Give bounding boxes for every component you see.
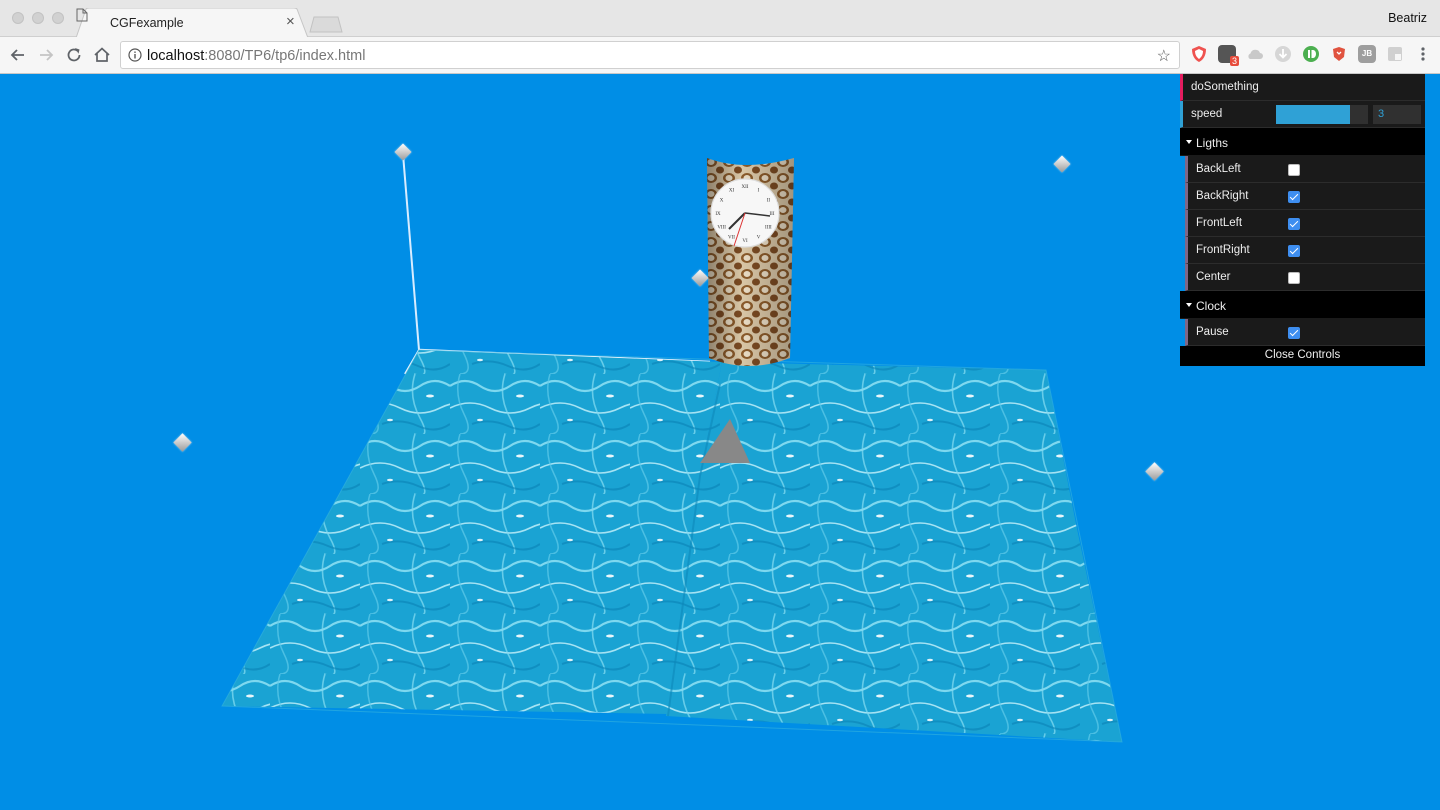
axis-lines [402, 153, 711, 375]
page-document-icon [76, 8, 88, 22]
folder-lights-title[interactable]: Ligths [1180, 128, 1425, 156]
browser-title-bar: CGFexample × Beatriz [0, 0, 1440, 38]
url-text[interactable]: localhost:8080/TP6/tp6/index.html [147, 48, 365, 64]
clock-toggle-pause: Pause [1185, 319, 1425, 346]
speed-label: speed [1191, 108, 1223, 120]
profile-name[interactable]: Beatriz [1388, 11, 1427, 25]
checkbox-backright[interactable] [1288, 191, 1300, 203]
clock-numeral: XII [742, 185, 749, 190]
speed-slider-fill [1276, 105, 1350, 124]
checkbox-frontright[interactable] [1288, 245, 1300, 257]
do-something-button[interactable]: doSomething [1180, 74, 1425, 101]
extension-chat-icon[interactable]: 3 [1218, 45, 1239, 66]
bookmark-star-icon[interactable]: ☆ [1157, 46, 1171, 66]
light-toggle-backright: BackRight [1185, 183, 1425, 210]
home-icon[interactable] [92, 45, 112, 65]
folder-clock-label: Clock [1196, 299, 1227, 313]
clock-numeral: IIII [765, 226, 772, 231]
folder-expanded-icon [1186, 303, 1192, 307]
tab-title: CGFexample [110, 16, 184, 30]
checkbox-pause[interactable] [1288, 327, 1300, 339]
checkbox-center[interactable] [1288, 272, 1300, 284]
speed-control: speed 3 [1180, 101, 1425, 128]
folder-expanded-icon [1186, 140, 1192, 144]
window-close-button[interactable] [12, 12, 24, 24]
info-icon[interactable] [128, 48, 142, 62]
address-bar[interactable]: localhost:8080/TP6/tp6/index.html ☆ [120, 41, 1180, 69]
light-toggle-backleft: BackLeft [1185, 156, 1425, 183]
toggle-label: FrontRight [1196, 244, 1250, 256]
folder-lights-label: Ligths [1196, 136, 1229, 150]
toggle-label: BackLeft [1196, 163, 1241, 175]
tab-close-icon[interactable]: × [286, 13, 295, 30]
extension-cloud-icon[interactable] [1246, 45, 1264, 63]
light-toggle-frontright: FrontRight [1185, 237, 1425, 264]
toggle-label: Pause [1196, 326, 1229, 338]
clock-numeral: VIII [717, 226, 726, 231]
clock-numeral: VII [728, 235, 735, 240]
speed-input[interactable]: 3 [1373, 105, 1421, 124]
clock-tower: XIIIIIIIIIIIIVVIVIIVIIIIXXXI [707, 158, 794, 366]
reload-icon[interactable] [64, 45, 84, 65]
browser-menu-icon[interactable] [1414, 45, 1432, 63]
extension-brave-icon[interactable] [1330, 45, 1348, 63]
toggle-label: Center [1196, 271, 1231, 283]
new-tab-button[interactable] [308, 16, 344, 33]
browser-tab-active[interactable]: CGFexample × [76, 8, 309, 38]
clock-numeral: X [720, 199, 724, 204]
browser-toolbar: localhost:8080/TP6/tp6/index.html ☆ 3 JB [0, 37, 1440, 74]
do-something-label: doSomething [1191, 81, 1259, 93]
extension-shield-icon[interactable] [1190, 45, 1208, 63]
extension-puzzle-icon[interactable] [1386, 45, 1404, 63]
toggle-label: BackRight [1196, 190, 1249, 202]
checkbox-backleft[interactable] [1288, 164, 1300, 176]
extension-pushbullet-icon[interactable] [1302, 45, 1320, 63]
light-toggle-frontleft: FrontLeft [1185, 210, 1425, 237]
extension-jetbrains-icon[interactable]: JB [1358, 45, 1376, 63]
clock-numeral: III [770, 212, 775, 217]
close-controls-button[interactable]: Close Controls [1180, 346, 1425, 366]
extension-download-icon[interactable] [1274, 45, 1292, 63]
folder-clock-title[interactable]: Clock [1180, 291, 1425, 319]
extension-badge: 3 [1229, 56, 1239, 66]
clock-numeral: IX [715, 212, 721, 217]
window-minimize-button[interactable] [32, 12, 44, 24]
forward-arrow-icon[interactable] [36, 45, 56, 65]
controls-panel: doSomething speed 3 Ligths BackLeft Back… [1180, 74, 1425, 366]
clock-numeral: V [757, 235, 761, 240]
checkbox-frontleft[interactable] [1288, 218, 1300, 230]
window-zoom-button[interactable] [52, 12, 64, 24]
clock-numeral: II [767, 199, 771, 204]
clock-numeral: VI [742, 239, 748, 244]
light-toggle-center: Center [1185, 264, 1425, 291]
clock-numeral: XI [729, 189, 735, 194]
speed-slider[interactable] [1276, 105, 1368, 124]
back-arrow-icon[interactable] [8, 45, 28, 65]
toggle-label: FrontLeft [1196, 217, 1243, 229]
water-floor [221, 349, 1123, 743]
